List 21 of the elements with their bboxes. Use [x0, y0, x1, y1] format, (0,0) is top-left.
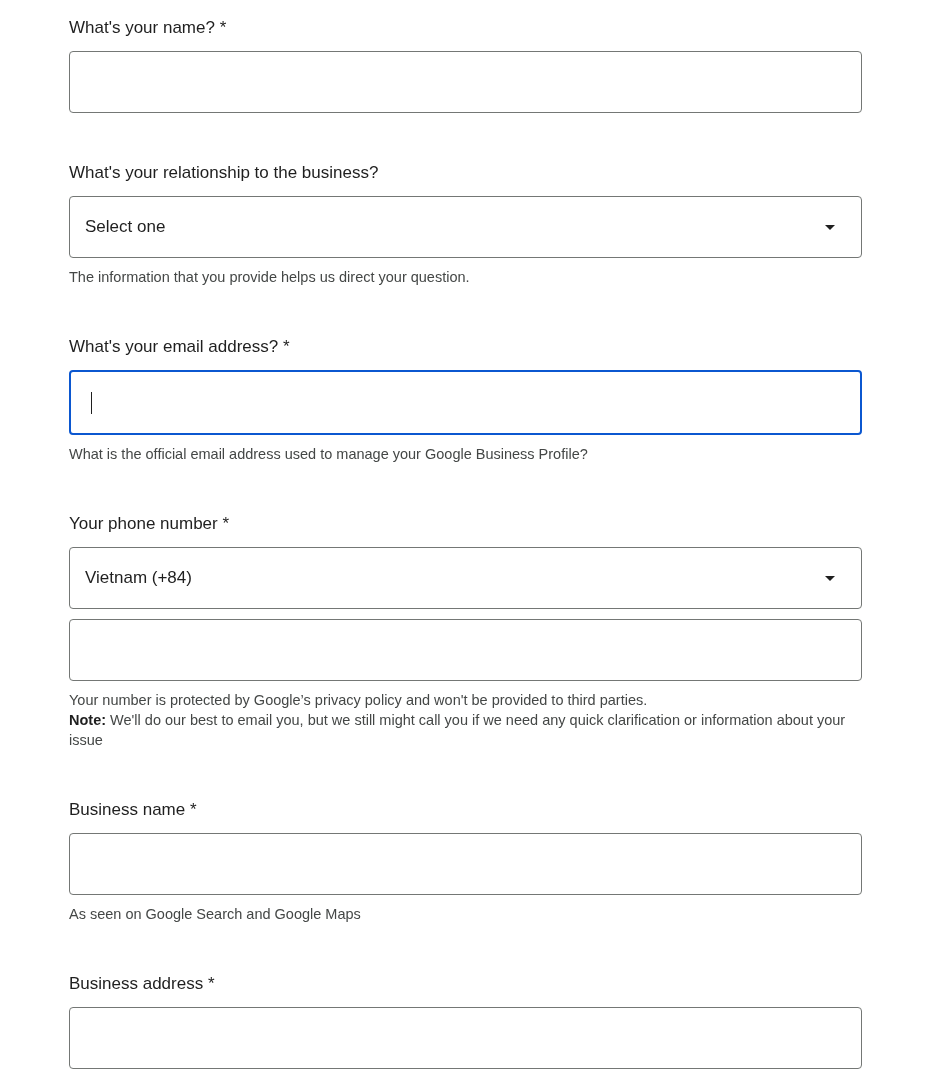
field-label: Business name * — [69, 799, 198, 821]
input-field[interactable] — [69, 619, 862, 681]
helper-text: Note: We'll do our best to email you, but we still might call you if we need any quick clarification or information about your issue — [69, 711, 847, 750]
dropdown[interactable]: Vietnam (+84) — [69, 547, 862, 609]
field-label: What's your email address? * — [69, 336, 291, 358]
helper-text: As seen on Google Search and Google Maps — [69, 905, 362, 924]
field-label: Your phone number * — [69, 513, 231, 535]
caret-icon — [825, 224, 835, 230]
text-cursor — [91, 391, 92, 414]
caret-icon — [825, 575, 835, 581]
dropdown[interactable]: Select one — [69, 196, 862, 258]
input-field[interactable] — [69, 370, 862, 435]
field-label: Business address * — [69, 973, 216, 995]
input-field[interactable] — [69, 1007, 862, 1069]
input-field[interactable] — [69, 833, 862, 895]
input-field[interactable] — [69, 51, 862, 113]
field-label: What's your relationship to the business? — [69, 162, 380, 184]
helper-text: Your number is protected by Google’s privacy policy and won't be provided to third parties. — [69, 691, 649, 710]
helper-text: What is the official email address used to manage your Google Business Profile? — [69, 445, 589, 464]
helper-text: The information that you provide helps us direct your question. — [69, 268, 471, 287]
field-label: What's your name? * — [69, 17, 228, 39]
